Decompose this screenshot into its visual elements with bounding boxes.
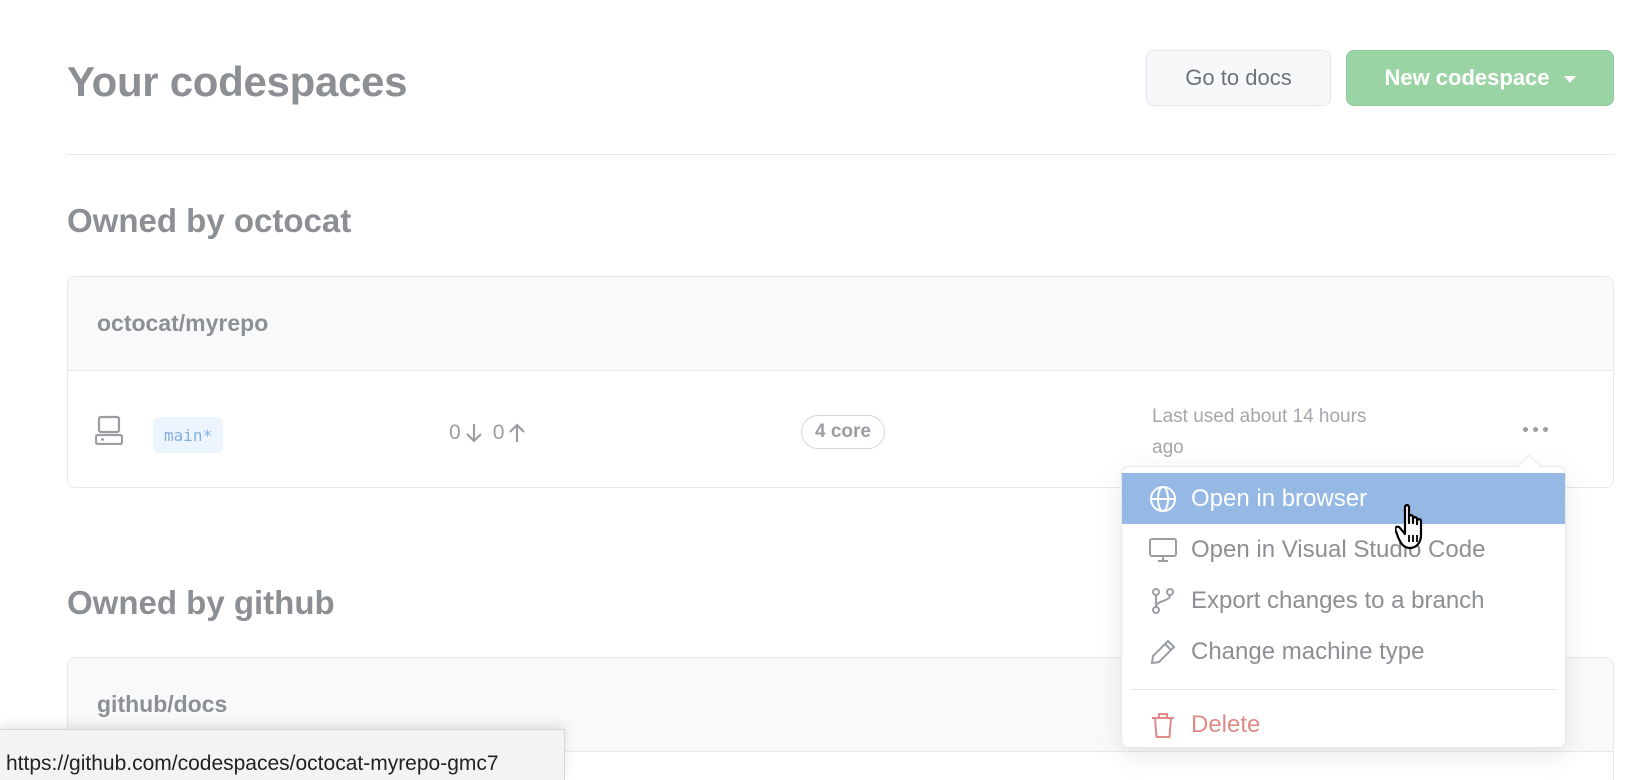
menu-item-change-machine-type[interactable]: Change machine type: [1122, 626, 1565, 677]
header-divider: [67, 154, 1614, 155]
status-url: https://github.com/codespaces/octocat-my…: [6, 752, 499, 775]
behind-count: 0: [449, 421, 461, 444]
server-icon: [94, 415, 124, 450]
pointer-hand-icon: [1394, 503, 1433, 556]
ahead-count: 0: [492, 421, 505, 444]
go-to-docs-label: Go to docs: [1185, 65, 1292, 90]
branch-tag[interactable]: main*: [153, 417, 224, 453]
kebab-dot-icon: [1542, 426, 1548, 432]
menu-item-delete[interactable]: Delete: [1122, 699, 1565, 750]
kebab-dot-icon: [1522, 426, 1528, 432]
new-codespace-button[interactable]: New codespace: [1346, 50, 1614, 106]
pencil-icon: [1149, 638, 1177, 673]
menu-item-open-in-vscode[interactable]: Open in Visual Studio Code: [1122, 524, 1565, 575]
page-header: Your codespaces Go to docs New codespace: [67, 48, 1614, 106]
menu-item-open-in-browser[interactable]: Open in browser: [1122, 473, 1565, 524]
menu-item-label: Export changes to a branch: [1191, 586, 1485, 614]
section-title-octocat: Owned by octocat: [67, 202, 352, 239]
repo-name: github/docs: [97, 691, 228, 717]
codespace-card-octocat: octocat/myrepo main* 0 0 4 core Last use…: [67, 276, 1614, 488]
menu-item-label: Change machine type: [1191, 637, 1425, 665]
desktop-icon: [1149, 536, 1177, 571]
caret-down-icon: [1563, 76, 1576, 83]
arrow-down-icon: [465, 424, 482, 443]
menu-item-label: Delete: [1191, 710, 1261, 738]
menu-divider: [1130, 689, 1557, 690]
machine-cores-badge: 4 core: [801, 415, 885, 449]
ahead-behind-counts: 0 0: [449, 421, 532, 445]
link-status-bar: https://github.com/codespaces/octocat-my…: [0, 729, 565, 780]
codespace-actions-menu: Open in browser Open in Visual Studio Co…: [1121, 466, 1566, 748]
menu-item-export-changes[interactable]: Export changes to a branch: [1122, 575, 1565, 626]
globe-icon: [1149, 485, 1177, 520]
kebab-dot-icon: [1532, 426, 1538, 432]
menu-item-label: Open in Visual Studio Code: [1191, 535, 1486, 563]
git-branch-icon: [1149, 587, 1177, 622]
page-title: Your codespaces: [67, 58, 408, 105]
section-title-github: Owned by github: [67, 584, 335, 621]
more-options-button[interactable]: [1515, 416, 1555, 442]
arrow-up-icon: [509, 423, 526, 442]
repo-header: octocat/myrepo: [68, 277, 1613, 371]
last-used-text: Last used about 14 hours ago: [1152, 406, 1367, 458]
trash-icon: [1149, 711, 1177, 746]
new-codespace-label: New codespace: [1384, 65, 1550, 90]
go-to-docs-button[interactable]: Go to docs: [1146, 50, 1331, 106]
menu-item-label: Open in browser: [1191, 484, 1368, 512]
repo-name: octocat/myrepo: [97, 310, 269, 336]
